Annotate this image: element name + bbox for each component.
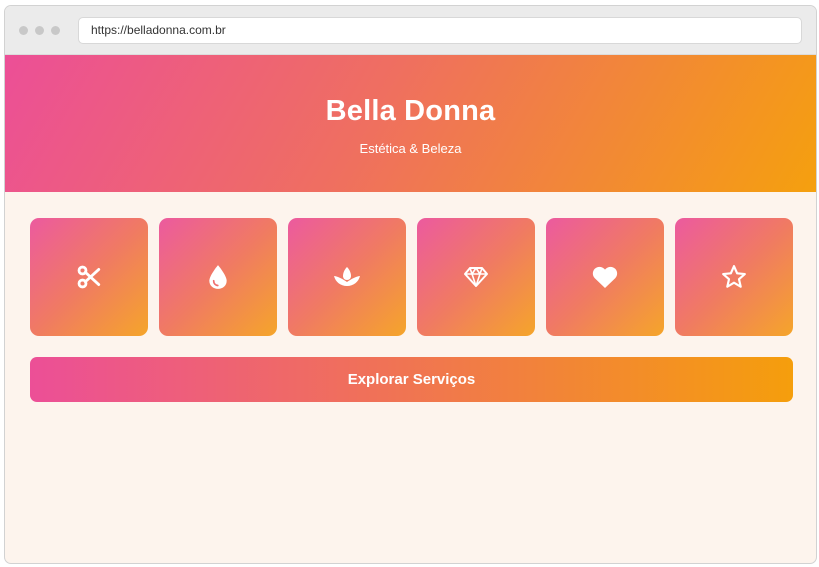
site-title: Bella Donna [325, 95, 496, 127]
window-dot-close[interactable] [19, 26, 28, 35]
service-tile-droplet[interactable] [159, 218, 277, 336]
diamond-icon [463, 265, 489, 289]
window-dot-maximize[interactable] [51, 26, 60, 35]
browser-toolbar: https://belladonna.com.br [5, 6, 816, 55]
browser-window: https://belladonna.com.br Bella Donna Es… [4, 5, 817, 564]
service-tile-star[interactable] [675, 218, 793, 336]
heart-icon [592, 266, 618, 289]
explore-services-button[interactable]: Explorar Serviços [30, 357, 793, 402]
hero-banner: Bella Donna Estética & Beleza [5, 55, 816, 192]
lotus-icon [332, 265, 362, 289]
service-tile-diamond[interactable] [417, 218, 535, 336]
service-tile-heart[interactable] [546, 218, 664, 336]
service-tile-scissors[interactable] [30, 218, 148, 336]
star-icon [721, 264, 747, 290]
service-tile-lotus[interactable] [288, 218, 406, 336]
service-tiles [30, 218, 794, 336]
scissors-icon [76, 264, 102, 290]
site-subtitle: Estética & Beleza [359, 141, 462, 156]
window-dot-minimize[interactable] [35, 26, 44, 35]
address-bar[interactable]: https://belladonna.com.br [78, 17, 802, 44]
droplet-icon [207, 264, 229, 290]
